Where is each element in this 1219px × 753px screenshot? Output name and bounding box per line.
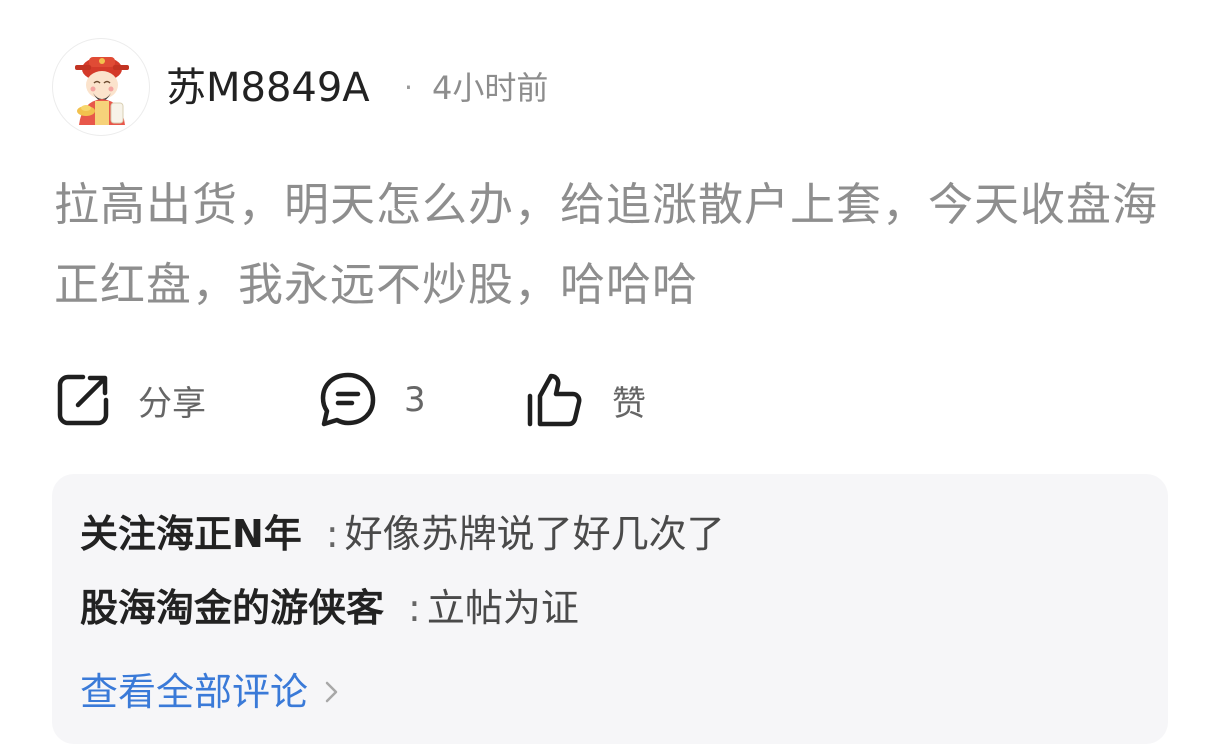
like-button[interactable]: 赞 [524, 368, 646, 432]
thumbs-up-icon [524, 370, 586, 430]
comment-button[interactable]: 3 [318, 368, 426, 432]
meta-separator: · [404, 71, 413, 104]
post-content[interactable]: 拉高出货，明天怎么办，给追涨散户上套，今天收盘海正红盘，我永远不炒股，哈哈哈 [54, 165, 1164, 325]
caishen-avatar-icon [75, 57, 129, 125]
comments-preview: 关注海正N年: 好像苏牌说了好几次了 股海淘金的游侠客: 立帖为证 查看全部评论 [52, 474, 1168, 744]
author-name[interactable]: 苏M8849A [166, 62, 370, 114]
comment-item[interactable]: 关注海正N年: 好像苏牌说了好几次了 [80, 506, 725, 562]
comment-separator: : [408, 586, 421, 630]
share-label: 分享 [138, 383, 206, 424]
share-icon [54, 371, 112, 429]
comment-icon [318, 370, 378, 430]
comment-text: 好像苏牌说了好几次了 [344, 512, 725, 556]
comment-item[interactable]: 股海淘金的游侠客: 立帖为证 [80, 580, 579, 636]
comment-user[interactable]: 股海淘金的游侠客 [80, 586, 384, 630]
chevron-right-icon [324, 664, 340, 720]
comment-text: 立帖为证 [426, 586, 579, 630]
post-time: 4小时前 [432, 69, 549, 107]
comment-count: 3 [404, 380, 426, 420]
comment-separator: : [325, 512, 339, 556]
avatar[interactable] [52, 38, 150, 136]
view-all-label: 查看全部评论 [80, 670, 309, 714]
like-label: 赞 [612, 383, 646, 424]
share-button[interactable]: 分享 [54, 368, 206, 432]
comment-user[interactable]: 关注海正N年 [80, 512, 302, 556]
post-card: 苏M8849A · 4小时前 拉高出货，明天怎么办，给追涨散户上套，今天收盘海正… [0, 0, 1219, 753]
view-all-comments-link[interactable]: 查看全部评论 [80, 664, 340, 720]
